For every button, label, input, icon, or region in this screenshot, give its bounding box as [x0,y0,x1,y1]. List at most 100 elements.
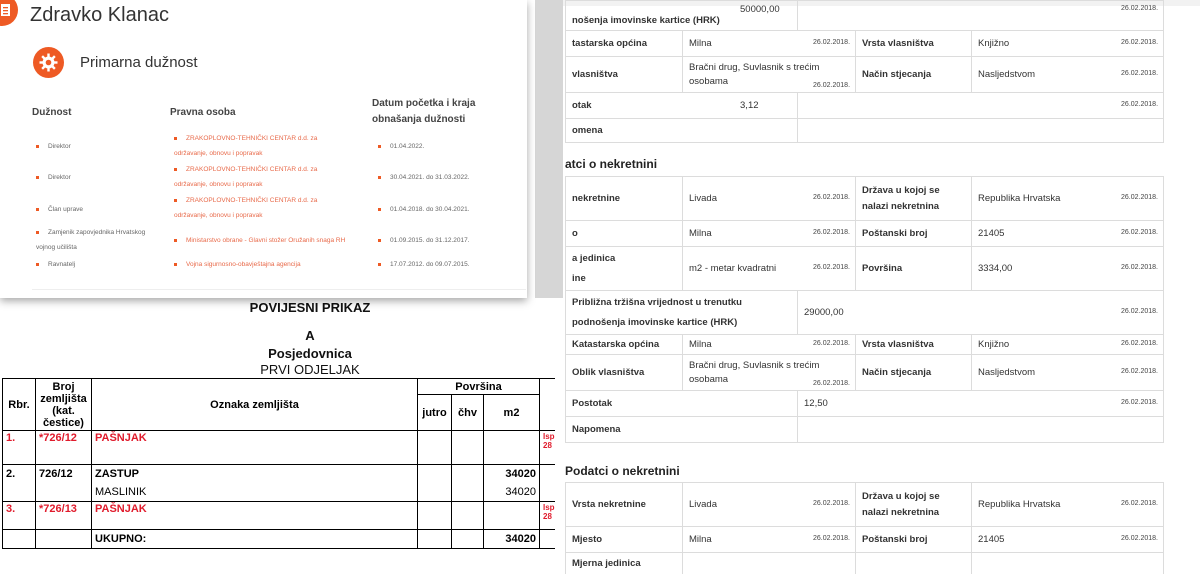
field-label: a jedinica [572,252,616,264]
field-value: Bračni drug, Suvlasnik s trećim [689,359,820,371]
col-broj: Broj zemljišta (kat. čestice) [35,378,92,431]
cell-m2 [483,430,540,465]
bullet [36,207,39,211]
field-label: Približna tržišna vrijednost u trenutku [572,296,742,308]
org-link[interactable]: Vojna sigurnosno-obavještajna agencija [174,257,301,272]
scan-title: POVIJESNI PRIKAZ [249,300,371,315]
field-date: 26.02.2018. [1121,534,1158,542]
field-date: 26.02.2018. [1121,499,1158,507]
bullet [174,238,177,242]
col-org-header: Pravna osoba [170,107,236,118]
cell-note: Isp [543,432,555,441]
field-date: 26.02.2018. [813,82,851,89]
property-table-2: nekretnine Livada 26.02.2018. Država u ko… [565,176,1164,443]
col-rbr: Rbr. [2,378,36,431]
dates-text: 01.04.2022. [390,143,425,150]
field-label: Vrsta vlasništva [855,334,972,355]
table-row: MASLINIK 34020 [2,483,555,502]
table-row: vlasništva Bračni drug, Suvlasnik s treć… [565,56,1165,93]
profile-icon [0,0,18,26]
field-label: tastarska općina [565,30,683,57]
org-text[interactable]: održavanje, obnovu i popravak [174,181,263,188]
org-text[interactable]: ZRAKOPLOVNO-TEHNIČKI CENTAR d.d. za [186,166,317,173]
field-value: Nasljedstvom [978,69,1036,80]
col-chv: čhv [451,394,484,431]
field-value: 3334,00 [978,263,1013,274]
org-text[interactable]: održavanje, obnovu i popravak [174,212,263,219]
asset-declaration-panel: nošenja imovinske kartice (HRK) 50000,00… [555,0,1200,574]
bullet [378,175,381,179]
document-icon [1,4,10,16]
table-row: Vrsta nekretnine Livada 26.02.2018. Držav… [565,482,1164,527]
list-item: 01.04.2022. [378,139,424,154]
field-label: Napomena [565,416,798,443]
col-povrsina: Površina [417,378,540,395]
cell-m2: 34020 [483,529,540,549]
cell-oznaka: PAŠNJAK [91,501,418,530]
cell-broj [35,529,92,549]
table-row: Približna tržišna vrijednost u trenutku p… [565,290,1164,335]
org-text[interactable]: ZRAKOPLOVNO-TEHNIČKI CENTAR d.d. za [186,197,317,204]
list-item: 01.04.2018. do 30.04.2021. [378,202,470,217]
col-jutro: jutro [417,394,452,431]
list-item: Direktor [36,139,71,154]
table-row: 3. *726/13 PAŠNJAK Isp 28 [2,501,555,530]
cell-m2: 34020 [483,483,540,502]
cell-rbr [2,529,36,549]
field-date: 26.02.2018. [813,38,851,46]
table-row: 1. *726/12 PAŠNJAK Isp 28 [2,430,555,465]
field-label: Država u kojoj se nalazi nekretnina [862,490,940,518]
duty-text: Ravnatelj [48,261,76,268]
bullet [36,230,39,234]
list-item: 30.04.2021. do 31.03.2022. [378,170,470,185]
col-oznaka: Oznaka zemljišta [91,378,418,431]
field-value: 12,50 [804,398,828,409]
org-text[interactable]: ZRAKOPLOVNO-TEHNIČKI CENTAR d.d. za [186,135,317,142]
field-label: otak [564,92,799,119]
org-link[interactable]: ZRAKOPLOVNO-TEHNIČKI CENTAR d.d. za održa… [174,131,317,161]
duty-text: Zamjenik zapovjednika Hrvatskog [48,229,146,236]
cell-rbr: 2. [2,464,36,483]
field-label: vlasništva [565,56,683,93]
duty-text: Član uprave [48,206,84,213]
field-label: nekretnine [565,176,683,221]
scan-letter: A [305,328,315,343]
org-text[interactable]: održavanje, obnovu i popravak [174,150,263,157]
field-value: Republika Hrvatska [978,499,1061,510]
gear-glyph [39,53,58,72]
cell-oznaka: UKUPNO: [91,529,418,549]
bullet [174,198,177,202]
table-row: Oblik vlasništva Bračni drug, Suvlasnik … [565,354,1164,391]
cell-broj: *726/12 [35,430,92,465]
org-link[interactable]: Ministarstvo obrane - Glavni stožer Oruž… [174,233,345,248]
divider [32,289,526,290]
scan-section: PRVI ODJELJAK [260,362,360,377]
org-text[interactable]: Ministarstvo obrane - Glavni stožer Oruž… [186,237,345,244]
table-row: Katastarska općina Milna 26.02.2018. Vrst… [565,334,1164,355]
field-date: 26.02.2018. [813,193,850,201]
list-item: 01.09.2015. do 31.12.2017. [378,233,470,248]
list-item: Član uprave [36,202,83,217]
field-date: 26.02.2018. [1121,100,1159,108]
org-link[interactable]: ZRAKOPLOVNO-TEHNIČKI CENTAR d.d. za održa… [174,193,317,223]
field-label: ine [572,272,586,284]
col-dates-header: Datum početka i kraja obnašanja dužnosti [372,98,476,125]
field-label: omena [564,118,799,143]
historical-record-scan: POVIJESNI PRIKAZ A Posjedovnica PRVI ODJ… [0,296,555,574]
field-date: 26.02.2018. [813,339,850,347]
field-label: Katastarska općina [565,334,683,355]
list-item: Zamjenik zapovjednika Hrvatskog vojnog uč… [36,225,145,255]
cell-broj: 726/12 [35,464,92,483]
field-label: Površina [855,246,972,291]
cell-m2: 34020 [483,464,540,483]
cell-rbr: 1. [2,430,36,465]
org-link[interactable]: ZRAKOPLOVNO-TEHNIČKI CENTAR d.d. za održa… [174,162,317,192]
list-item: Ravnatelj [36,257,75,272]
field-date: 26.02.2018. [1121,69,1159,77]
field-label: Mjerna jedinica [565,552,683,574]
field-value: Bračni drug, Suvlasnik s trećim [689,61,820,73]
table-header-row: Rbr. Broj zemljišta (kat. čestice) Oznak… [2,378,555,431]
dates-text: 01.09.2015. do 31.12.2017. [390,237,470,244]
org-text[interactable]: Vojna sigurnosno-obavještajna agencija [186,261,301,268]
field-value: Milna [689,534,712,545]
